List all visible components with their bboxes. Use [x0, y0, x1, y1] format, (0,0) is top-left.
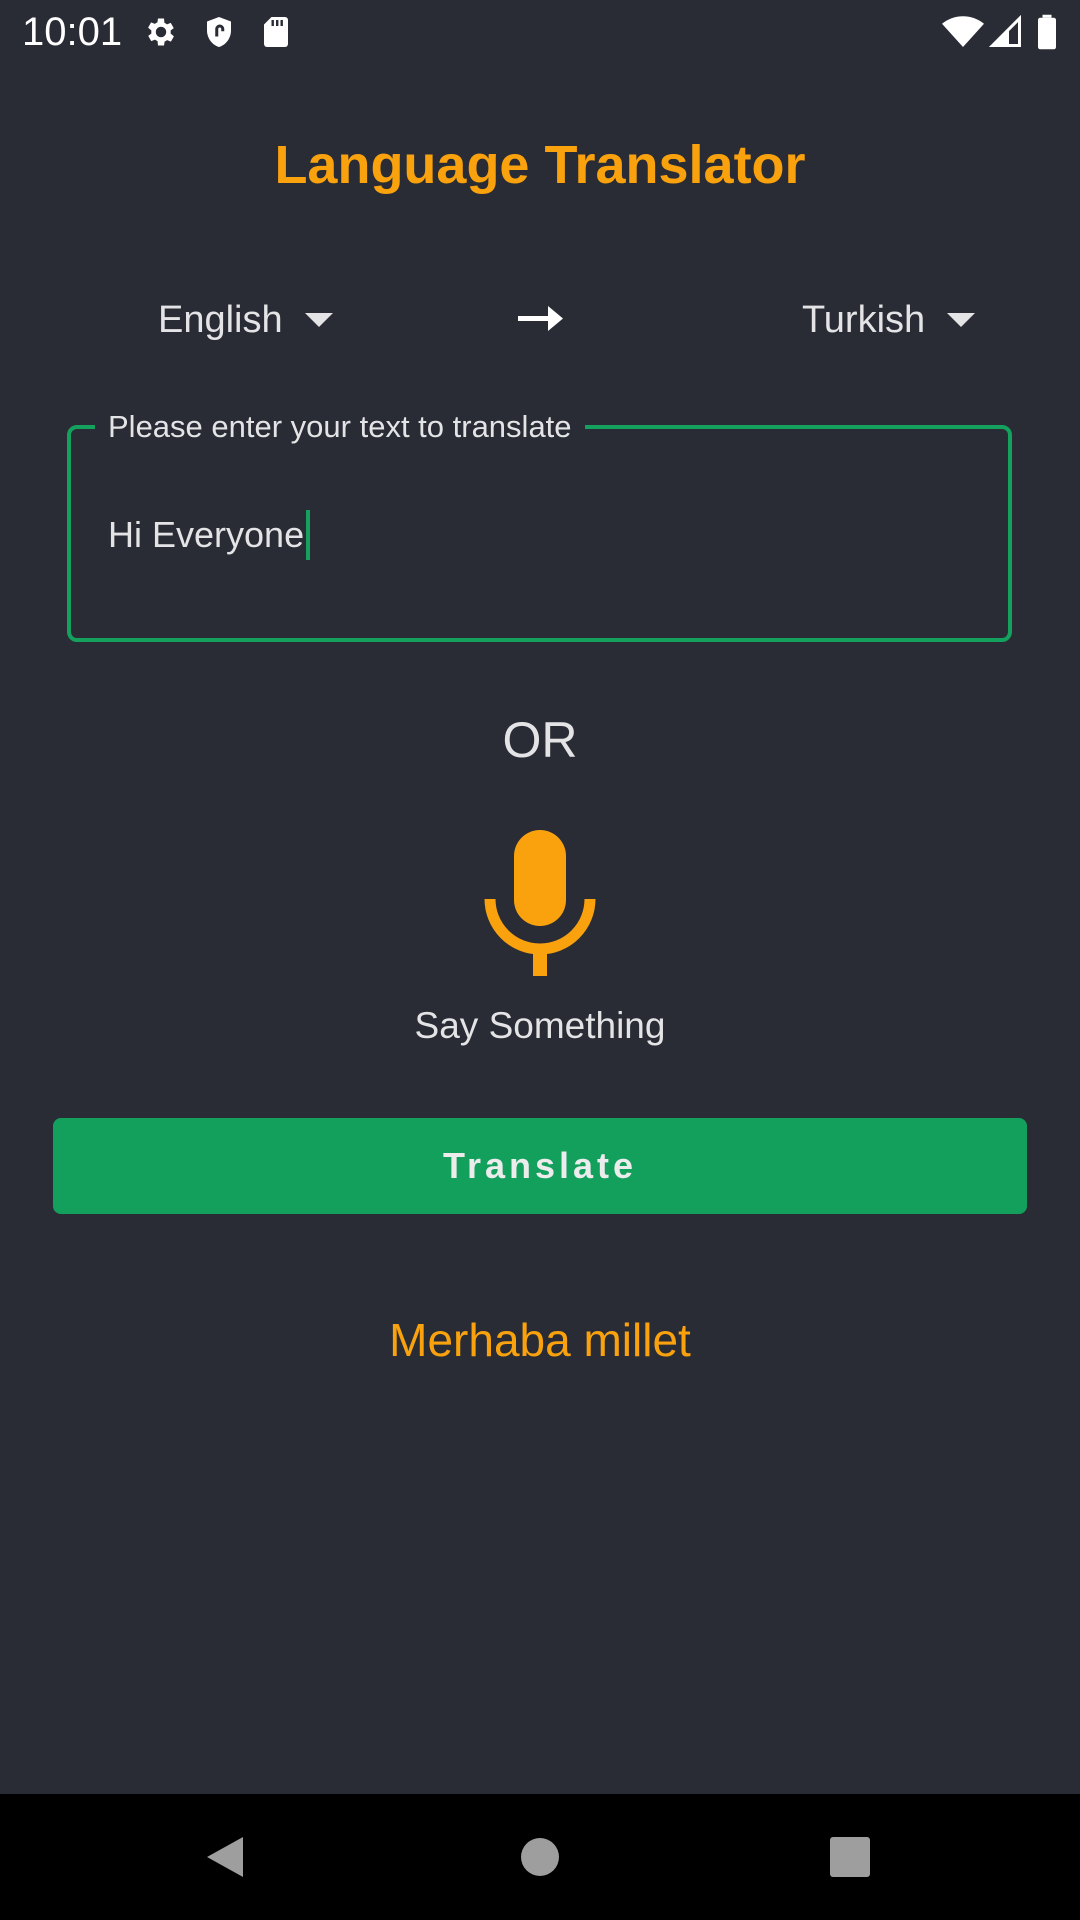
say-something-label: Say Something — [414, 1005, 666, 1046]
target-language-label: Turkish — [802, 298, 926, 341]
recents-icon — [830, 1837, 870, 1877]
status-bar: 10:01 — [0, 0, 1080, 64]
text-cursor — [306, 510, 311, 560]
translation-result: Merhaba millet — [389, 1314, 691, 1366]
arrow-right-icon[interactable] — [516, 300, 566, 336]
status-time: 10:01 — [22, 10, 123, 54]
app-title: Language Translator — [274, 135, 806, 195]
navigation-bar — [0, 1794, 1080, 1920]
home-icon — [521, 1838, 559, 1876]
wifi-icon — [942, 16, 984, 47]
translate-text-input[interactable]: Hi Everyone — [108, 510, 311, 560]
signal-icon — [988, 14, 1021, 47]
chevron-down-icon — [947, 313, 976, 327]
back-icon — [207, 1837, 243, 1877]
battery-icon — [1038, 14, 1056, 50]
nav-home-button[interactable] — [507, 1824, 573, 1890]
input-label: Please enter your text to translate — [95, 404, 585, 450]
source-language-label: English — [158, 298, 283, 341]
translate-button[interactable]: Translate — [53, 1118, 1027, 1214]
microphone-icon[interactable] — [482, 828, 598, 978]
nav-back-button[interactable] — [192, 1824, 258, 1890]
or-divider-text: OR — [502, 712, 578, 768]
input-value-text: Hi Everyone — [108, 514, 305, 555]
settings-icon — [148, 18, 174, 46]
source-language-dropdown[interactable]: English — [158, 290, 333, 350]
nav-recents-button[interactable] — [817, 1824, 883, 1890]
shield-icon — [207, 17, 231, 47]
target-language-dropdown[interactable]: Turkish — [802, 290, 976, 350]
sd-card-icon — [264, 17, 288, 47]
chevron-down-icon — [304, 313, 333, 327]
